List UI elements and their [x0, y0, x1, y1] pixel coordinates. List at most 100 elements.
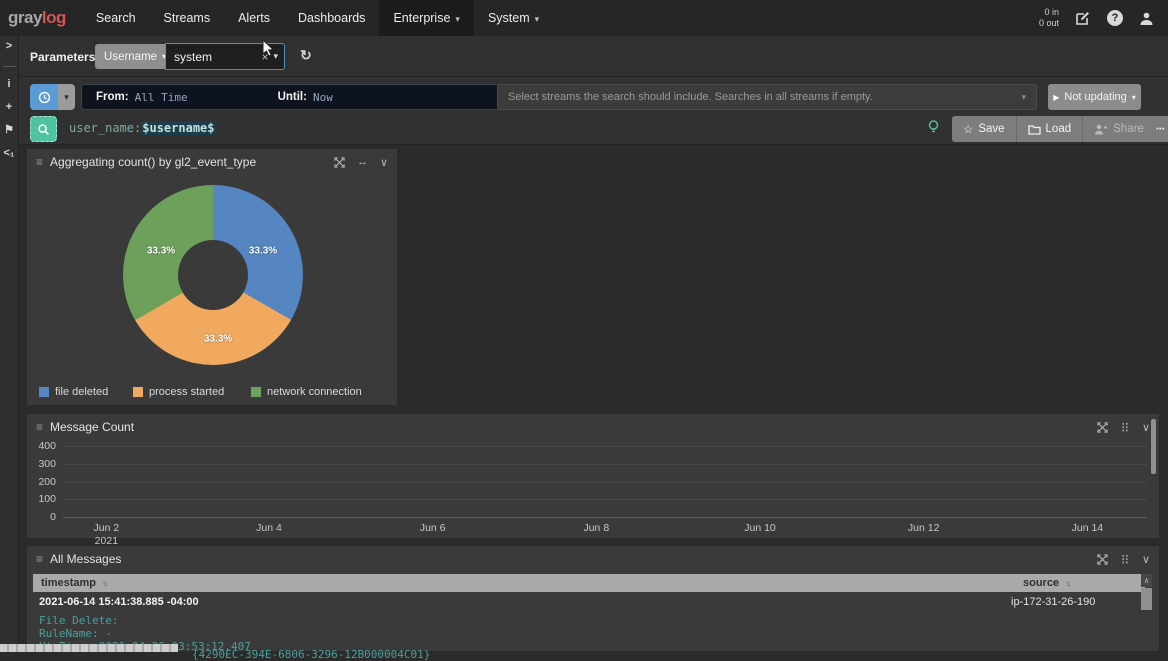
- nav-item-search[interactable]: Search: [82, 0, 150, 36]
- drag-handle-icon[interactable]: ≡: [36, 420, 43, 434]
- nav-item-streams[interactable]: Streams: [150, 0, 225, 36]
- x-tick: Jun 10: [744, 522, 776, 535]
- collapse-chevron-icon[interactable]: ∨: [1142, 553, 1150, 566]
- share-button[interactable]: Share: [1083, 116, 1156, 142]
- parameter-name-button[interactable]: Username▾: [95, 44, 175, 69]
- flag-icon[interactable]: ⚑: [4, 125, 14, 136]
- table-header-row: timestamp ↑↓ source ↑↓: [33, 574, 1145, 592]
- save-button[interactable]: ☆Save: [952, 116, 1017, 142]
- browser-status-fragment: [0, 644, 178, 652]
- graylog-logo[interactable]: graylog: [0, 8, 82, 28]
- timerange-button[interactable]: [30, 84, 58, 110]
- legend-swatch: [251, 387, 261, 397]
- expand-arrows-icon[interactable]: [1097, 554, 1108, 565]
- widget-header: ≡ Message Count ∨: [27, 414, 1159, 440]
- user-icon[interactable]: [1139, 11, 1154, 26]
- legend-swatch: [133, 387, 143, 397]
- help-icon[interactable]: ?: [1107, 10, 1123, 26]
- share-user-icon: [1094, 124, 1108, 135]
- caret-down-icon: ▾: [535, 14, 540, 24]
- refresh-icon[interactable]: ↻: [300, 47, 312, 64]
- scroll-up-arrow[interactable]: ∧: [1141, 574, 1152, 587]
- message-count-widget: ≡ Message Count ∨ 400 300 200 100 0 Jun …: [26, 413, 1160, 539]
- pie-slice-label: 33.3%: [204, 334, 232, 345]
- timeseries-chart[interactable]: 400 300 200 100 0 Jun 22021 Jun 4 Jun 6 …: [63, 446, 1147, 517]
- gridline: 100: [63, 499, 1147, 500]
- expand-arrows-icon[interactable]: [334, 157, 345, 168]
- legend-item[interactable]: network connection: [251, 386, 362, 398]
- column-header-source[interactable]: source ↑↓: [1023, 577, 1069, 589]
- nav-item-dashboards[interactable]: Dashboards: [284, 0, 379, 36]
- scrollbar-thumb[interactable]: [1151, 419, 1156, 474]
- message-source[interactable]: ip-172-31-26-190: [1011, 596, 1095, 608]
- x-tick: Jun 6: [420, 522, 446, 535]
- widget-header: ≡ Aggregating count() by gl2_event_type …: [27, 149, 397, 175]
- edit-icon[interactable]: [1075, 10, 1091, 26]
- search-submit-button[interactable]: [30, 116, 57, 142]
- all-messages-widget: ≡ All Messages ∨ timestamp ↑↓ source ↑↓ …: [26, 545, 1160, 652]
- lightbulb-icon[interactable]: [928, 120, 939, 138]
- collapse-chevron-icon[interactable]: ∨: [1142, 421, 1150, 434]
- drag-handle-icon[interactable]: ≡: [36, 552, 43, 566]
- search-actions-group: ☆Save Load Share ?: [952, 116, 1168, 142]
- from-label: From:: [96, 91, 129, 103]
- search-header: Parameters Username▾ × ▾ ↻ ▾ From: All T…: [19, 36, 1168, 145]
- plus-icon[interactable]: +: [6, 102, 12, 113]
- aggregation-widget: ≡ Aggregating count() by gl2_event_type …: [26, 148, 398, 406]
- parameters-bar: Parameters Username▾ × ▾ ↻: [19, 36, 1168, 77]
- top-nav: graylog Search Streams Alerts Dashboards…: [0, 0, 1168, 36]
- play-icon: ▶: [1053, 93, 1059, 102]
- query-field-token: user_name:: [69, 121, 141, 135]
- scrollbar-thumb[interactable]: [1141, 588, 1152, 610]
- nav-item-alerts[interactable]: Alerts: [224, 0, 284, 36]
- timerange-display[interactable]: From: All Time Until: Now: [81, 84, 499, 110]
- timerange-caret-button[interactable]: ▾: [58, 84, 75, 110]
- load-button[interactable]: Load: [1017, 116, 1084, 142]
- legend-item[interactable]: process started: [133, 386, 224, 398]
- search-icon: [37, 123, 50, 136]
- x-tick: Jun 12: [908, 522, 940, 535]
- more-actions-button[interactable]: •••: [1151, 116, 1168, 142]
- nav-item-enterprise[interactable]: Enterprise▾: [379, 0, 474, 36]
- message-timestamp[interactable]: 2021-06-14 15:41:38.885 -04:00: [39, 596, 199, 608]
- streams-select[interactable]: Select streams the search should include…: [497, 84, 1037, 110]
- clock-icon: [38, 91, 51, 104]
- message-field-line: RuleName: -: [39, 627, 112, 640]
- expand-arrows-icon[interactable]: [1097, 422, 1108, 433]
- x-tick: Jun 4: [256, 522, 282, 535]
- folder-icon: [1028, 124, 1041, 135]
- pie-slice-label: 33.3%: [249, 246, 277, 257]
- widget-header: ≡ All Messages ∨: [27, 546, 1159, 572]
- query-param-token: $username$: [141, 121, 215, 135]
- focus-columns-icon[interactable]: [1120, 554, 1130, 565]
- message-field-line: {4290EC-394E-6806-3296-12B000004C01}: [192, 648, 430, 661]
- collapse-chevron-icon[interactable]: ∨: [380, 156, 388, 169]
- gridline: 400: [63, 446, 1147, 447]
- throughput-counter: 0 in 0 out: [1039, 7, 1059, 30]
- column-header-timestamp[interactable]: timestamp ↑↓: [33, 577, 106, 589]
- refresh-interval-button[interactable]: ▶ Not updating ▾: [1048, 84, 1141, 110]
- sort-icon[interactable]: ↑↓: [102, 579, 106, 588]
- sidebar-divider: [3, 66, 16, 67]
- resize-horizontal-icon[interactable]: ↔: [357, 156, 368, 168]
- focus-columns-icon[interactable]: [1120, 422, 1130, 433]
- gridline: 200: [63, 482, 1147, 483]
- query-input[interactable]: user_name:$username$: [69, 121, 216, 135]
- mouse-cursor: [262, 39, 275, 60]
- legend-item[interactable]: file deleted: [39, 386, 108, 398]
- view-sidebar: > i + ⚑ <₁: [0, 36, 19, 652]
- sidebar-expand-icon[interactable]: >: [6, 41, 12, 52]
- nav-item-system[interactable]: System▾: [474, 0, 553, 36]
- until-label: Until:: [278, 91, 307, 103]
- drag-handle-icon[interactable]: ≡: [36, 155, 43, 169]
- info-icon[interactable]: i: [7, 79, 10, 90]
- legend-swatch: [39, 387, 49, 397]
- sort-icon[interactable]: ↑↓: [1065, 579, 1069, 588]
- from-value: All Time: [135, 91, 188, 104]
- axis-line: 0: [63, 517, 1147, 518]
- star-icon: ☆: [963, 122, 973, 136]
- fields-icon[interactable]: <₁: [4, 148, 15, 159]
- parameter-value-input[interactable]: [166, 50, 258, 64]
- until-value: Now: [313, 91, 333, 104]
- pie-slice-label: 33.3%: [147, 246, 175, 257]
